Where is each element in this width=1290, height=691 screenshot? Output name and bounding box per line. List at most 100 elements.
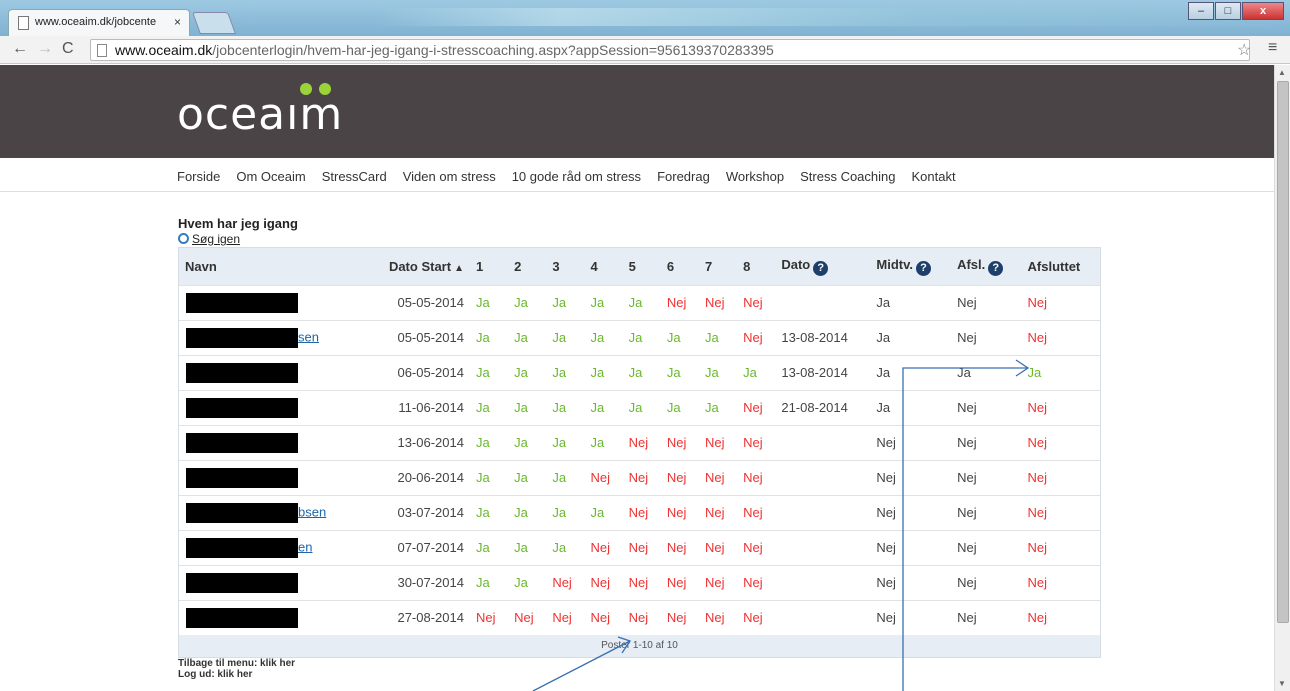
new-tab-button[interactable] [191,12,237,34]
week-status-cell: Nej [666,610,687,626]
back-arrow-icon[interactable]: ← [12,40,28,58]
search-again-link[interactable]: Søg igen [178,232,240,246]
date-cell [775,495,870,530]
week-status-cell: Nej [590,575,610,590]
name-cell[interactable] [179,600,365,635]
logout-link[interactable]: Log ud: klik her [178,669,295,680]
table-body: 05-05-2014 Ja Ja Ja Ja Ja Nej Nej Nej Ja Nej Nej sen… [179,285,1100,635]
nav-item[interactable]: 10 gode råd om stress [512,169,641,184]
week-status-cell: Nej [743,540,763,555]
week-status-cell: Nej [743,435,763,450]
week-status-cell: Nej [743,575,763,590]
help-icon[interactable]: ? [813,260,829,276]
midway-cell: Ja [876,400,891,415]
start-date-cell: 13-06-2014 [397,435,464,450]
url-host: www.oceaim.dk [115,42,213,58]
week-status-cell: Ja [475,330,490,345]
nav-item[interactable]: Workshop [726,169,784,184]
nav-item[interactable]: Viden om stress [403,169,496,184]
close-window-button[interactable]: x [1242,2,1284,20]
midway-cell: Ja [876,365,891,380]
nav-item[interactable]: Forside [177,169,220,184]
name-cell[interactable]: bsen [179,495,365,530]
week-status-cell: Nej [628,575,649,590]
help-icon[interactable]: ? [988,260,1004,276]
vertical-scrollbar[interactable]: ▲ ▼ [1274,65,1290,691]
table-row: 05-05-2014 Ja Ja Ja Ja Ja Nej Nej Nej Ja Nej Nej [179,285,1100,320]
week-status-cell: Nej [590,540,610,555]
help-icon[interactable]: ? [916,260,932,276]
week-status-cell: Ja [590,505,605,520]
table-row: sen 05-05-2014 Ja Ja Ja Ja Ja Ja Ja Nej 13-08-2014… [179,320,1100,355]
nav-item[interactable]: Foredrag [657,169,710,184]
scroll-thumb[interactable] [1277,81,1289,623]
maximize-button[interactable]: □ [1215,2,1241,20]
nav-item[interactable]: Stress Coaching [800,169,895,184]
week-status-cell: Nej [743,400,763,415]
oceaim-logo[interactable]: oceaım [177,89,343,140]
date-cell: 13-08-2014 [781,330,848,345]
minimize-button[interactable]: ‒ [1188,2,1214,20]
week-status-cell: Nej [705,505,725,520]
week-status-cell: Ja [552,365,567,380]
name-cell[interactable] [179,390,365,425]
week-status-cell: Nej [666,505,687,520]
column-header-label: 4 [590,258,598,274]
window-controls: ‒ □ x [1187,2,1284,20]
sort-ascending-icon[interactable]: ▲ [454,263,464,274]
week-status-cell: Ja [514,505,528,520]
page-title: Hvem har jeg igang [178,216,298,231]
finished-cell: Nej [1027,540,1048,555]
week-status-cell: Nej [743,330,763,345]
column-header: Dato? [775,248,870,285]
bookmark-star-icon[interactable]: ☆ [1237,40,1251,60]
week-status-cell: Ja [475,365,490,380]
column-header-label: 3 [552,258,560,274]
client-name-link[interactable]: sen [298,329,319,344]
logo-dot-icon [300,83,312,95]
completion-cell: Nej [957,540,977,555]
finished-cell: Nej [1027,505,1048,520]
week-status-cell: Ja [552,470,567,485]
reload-icon[interactable]: C [62,40,74,58]
nav-item[interactable]: Om Oceaim [236,169,305,184]
name-cell[interactable] [179,285,365,320]
week-status-cell: Nej [666,470,687,485]
week-status-cell: Ja [514,365,528,380]
forward-arrow-icon[interactable]: → [37,40,53,58]
scroll-down-icon[interactable]: ▼ [1278,679,1286,688]
name-cell[interactable]: en [179,530,365,565]
nav-item[interactable]: Kontakt [912,169,956,184]
back-to-menu-link[interactable]: Tilbage til menu: klik her [178,658,295,669]
completion-cell: Nej [957,400,977,415]
address-bar[interactable]: www.oceaim.dk/jobcenterlogin/hvem-har-je… [90,39,1250,61]
date-cell [775,565,870,600]
nav-item[interactable]: StressCard [322,169,387,184]
column-header-label: 8 [743,258,751,274]
midway-cell: Nej [876,575,896,590]
client-name-link[interactable]: en [298,539,312,554]
menu-icon[interactable]: ≡ [1268,39,1277,57]
week-status-cell: Ja [475,505,490,520]
week-status-cell: Nej [628,540,649,555]
browser-tab[interactable]: www.oceaim.dk/jobcente × [8,9,190,36]
column-header: 4 [584,248,622,285]
name-cell[interactable] [179,460,365,495]
name-cell[interactable]: sen [179,320,365,355]
column-header[interactable]: Dato Start ▲ [365,248,470,285]
finished-cell: Nej [1027,330,1048,345]
week-status-cell: Ja [628,400,643,415]
name-cell[interactable] [179,355,365,390]
midway-cell: Nej [876,470,896,485]
scroll-up-icon[interactable]: ▲ [1278,68,1286,77]
client-name-link[interactable]: bsen [298,504,326,519]
site-header: oceaım [0,65,1274,158]
logo-dot-icon [319,83,331,95]
week-status-cell: Nej [590,470,610,485]
name-cell[interactable] [179,425,365,460]
week-status-cell: Ja [475,295,490,310]
week-status-cell: Ja [552,540,567,555]
tab-close-icon[interactable]: × [174,15,181,29]
redacted-name [186,327,298,348]
name-cell[interactable] [179,565,365,600]
